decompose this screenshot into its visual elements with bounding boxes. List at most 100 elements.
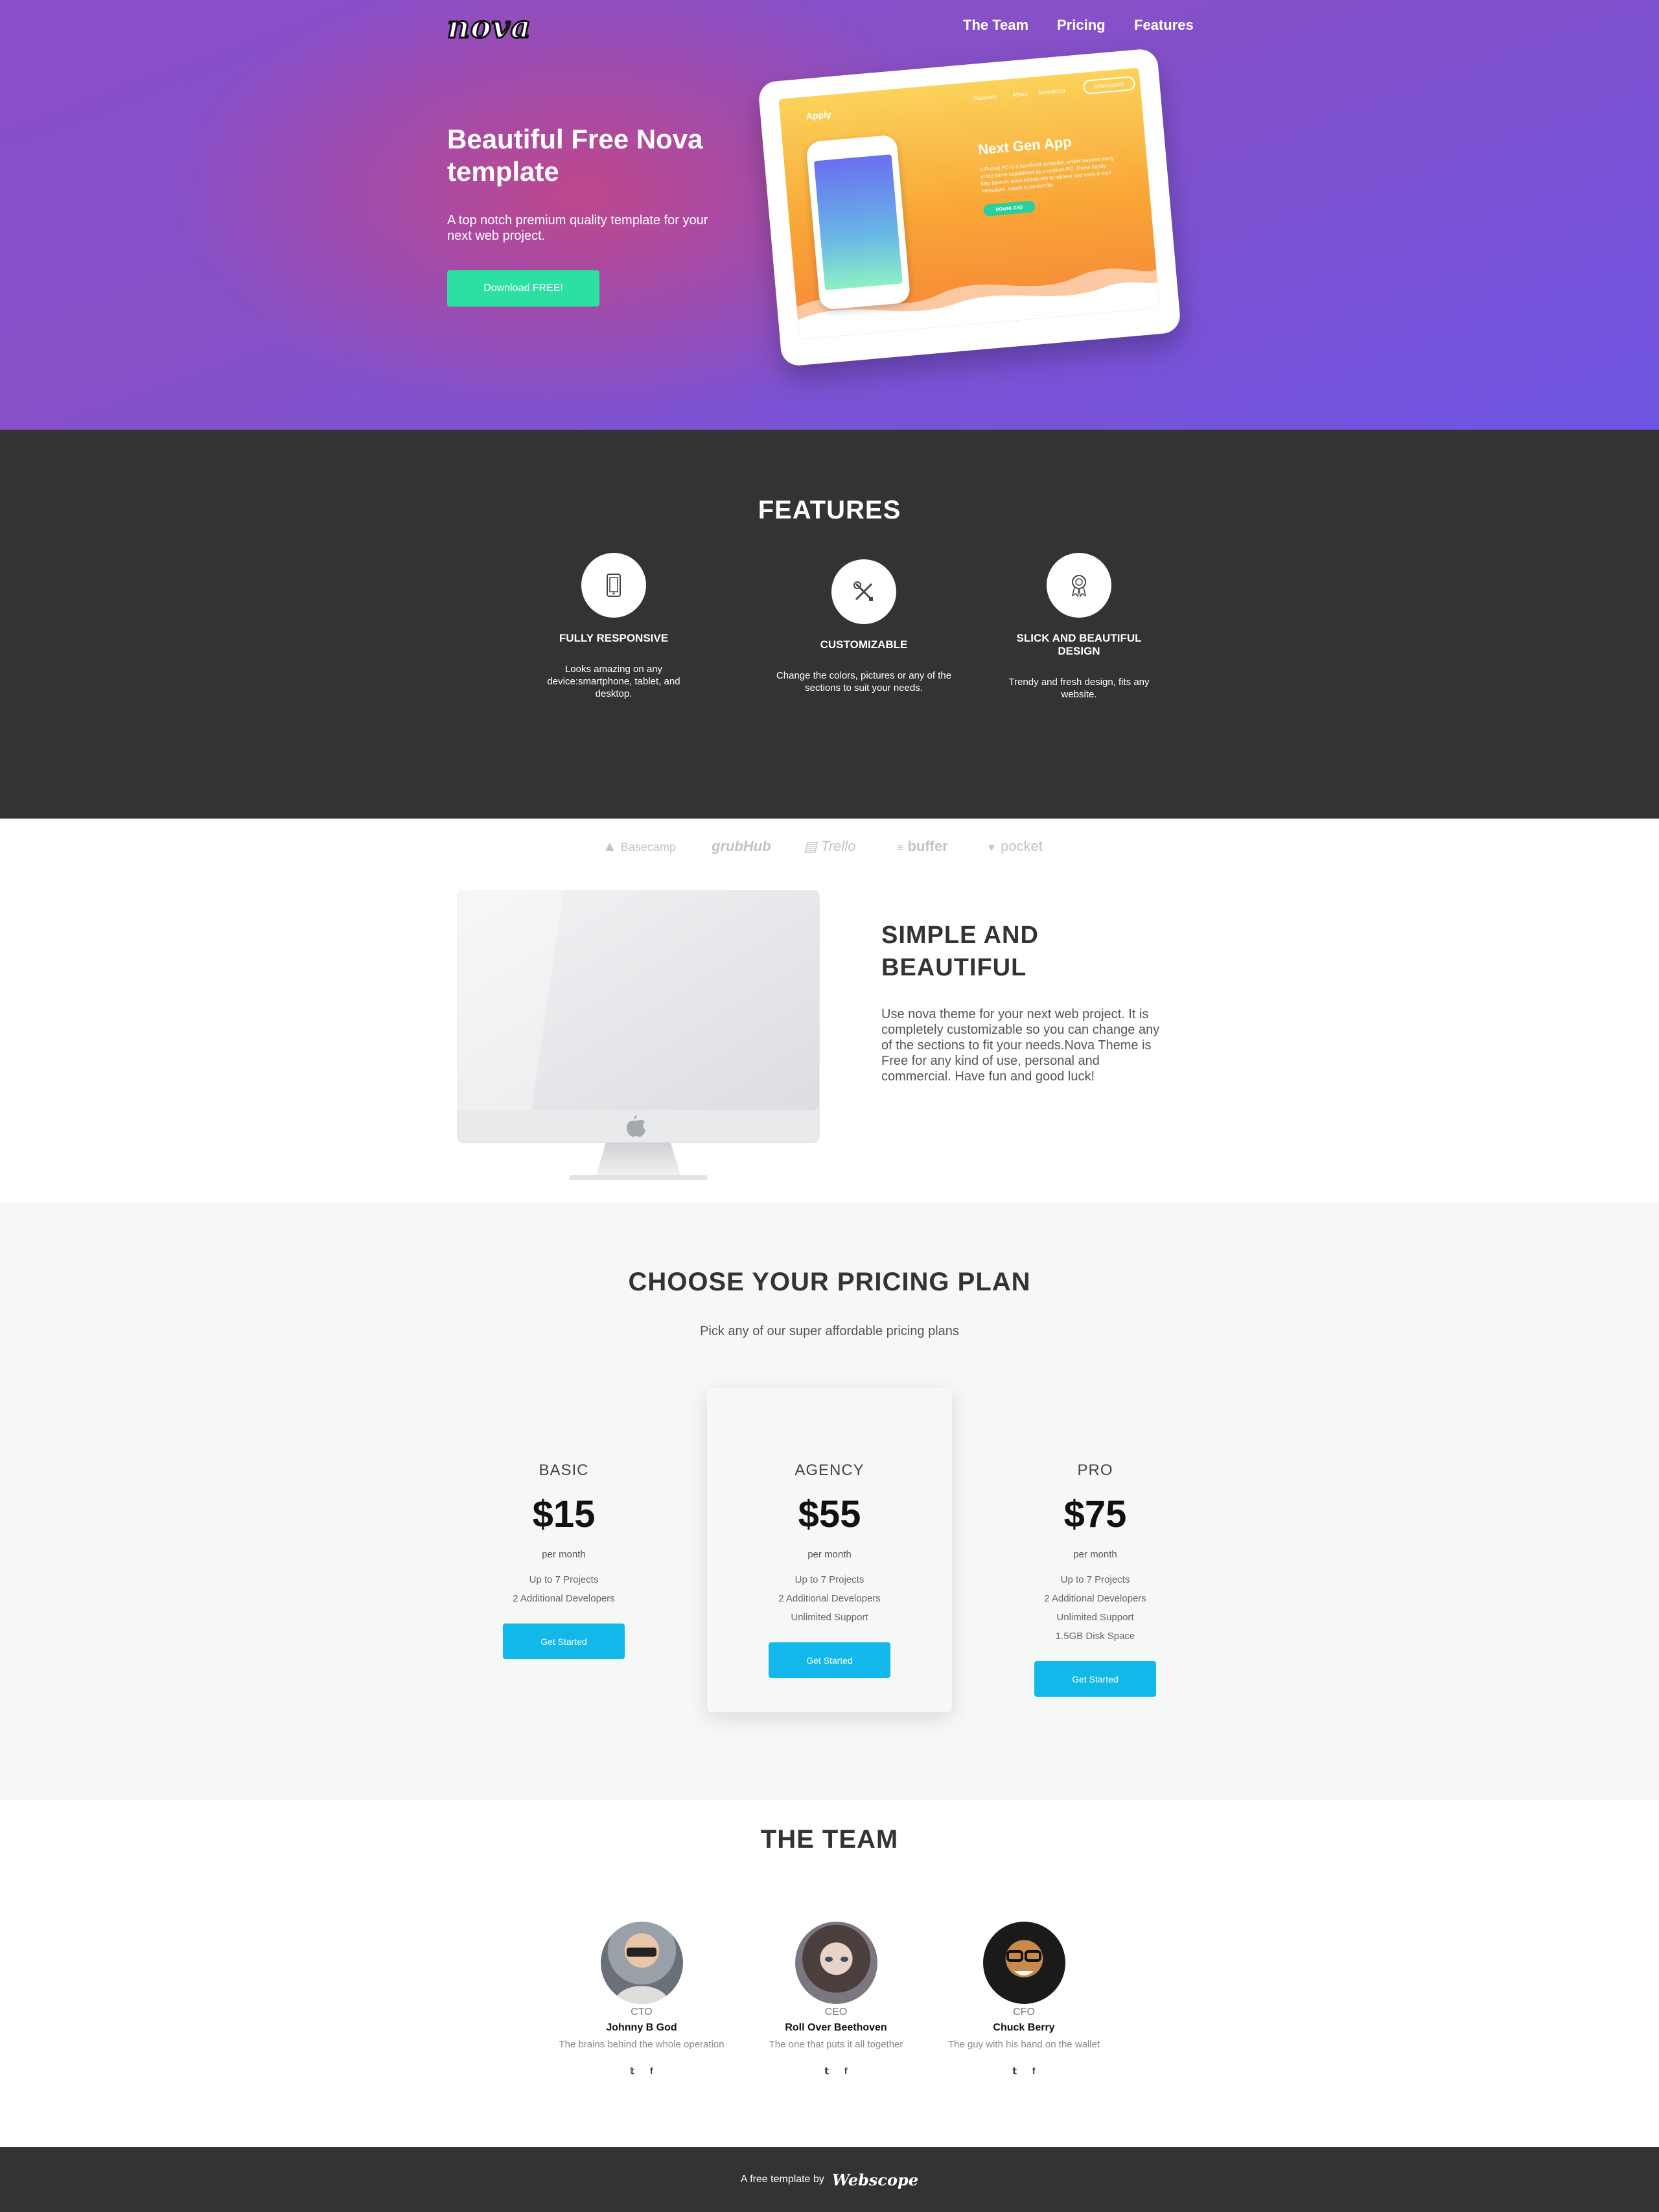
facebook-icon[interactable]: f bbox=[650, 2066, 653, 2077]
plan-period: per month bbox=[1073, 1549, 1117, 1560]
feature-icon-circle bbox=[831, 559, 896, 624]
simple-beautiful-text: Use nova theme for your next web project… bbox=[881, 1007, 1160, 1084]
mockup-nav-item: About bbox=[1012, 90, 1028, 99]
smartphone-icon bbox=[607, 574, 621, 597]
plan-feature: Unlimited Support bbox=[791, 1612, 868, 1623]
get-started-button-agency[interactable]: Get Started bbox=[769, 1642, 890, 1678]
feature-card-customizable: CUSTOMIZABLE Change the colors, pictures… bbox=[763, 559, 964, 694]
facebook-icon[interactable]: f bbox=[1032, 2066, 1036, 2077]
feature-desc: Looks amazing on any device:smartphone, … bbox=[547, 664, 680, 699]
mockup-nav-item: Features bbox=[973, 93, 997, 102]
client-logos: ▲ Basecamp grubHub ▤ Trello ≡ buffer ▼ p… bbox=[0, 819, 1659, 877]
team-member-cto: CTO Johnny B God The brains behind the w… bbox=[544, 1922, 739, 2077]
member-desc: The guy with his hand on the wallet bbox=[947, 2039, 1100, 2050]
team-member-ceo: CEO Roll Over Beethoven The one that put… bbox=[739, 1922, 933, 2077]
basecamp-mark-icon: ▲ bbox=[603, 838, 617, 854]
mockup-nav-item: Newsletter bbox=[1038, 87, 1066, 97]
plan-name: PRO bbox=[1077, 1461, 1113, 1479]
pocket-mark-icon: ▼ bbox=[986, 843, 997, 854]
buffer-logo: ≡ buffer bbox=[898, 838, 948, 855]
trello-logo: ▤ Trello bbox=[804, 838, 855, 855]
nova-logo[interactable]: nova bbox=[447, 8, 532, 47]
hero-title: Beautiful Free Nova template bbox=[447, 124, 703, 187]
pricing-plan-pro: PRO $75 per month Up to 7 Projects 2 Add… bbox=[998, 1461, 1192, 1697]
trello-logo-text: Trello bbox=[820, 838, 856, 854]
nav-link-pricing[interactable]: Pricing bbox=[1057, 17, 1106, 34]
pocket-logo-text: pocket bbox=[1000, 838, 1043, 854]
twitter-icon[interactable]: 𝕥 bbox=[630, 2066, 634, 2077]
basecamp-logo: ▲ Basecamp bbox=[603, 838, 676, 855]
member-desc: The one that puts it all together bbox=[769, 2039, 903, 2050]
member-role: CEO bbox=[824, 2007, 848, 2018]
hero-subtitle: A top notch premium quality template for… bbox=[447, 213, 708, 243]
pricing-section: CHOOSE YOUR PRICING PLAN Pick any of our… bbox=[0, 1202, 1659, 1800]
feature-card-responsive: FULLY RESPONSIVE Looks amazing on any de… bbox=[533, 553, 695, 700]
avatar-photo bbox=[824, 1957, 848, 1962]
facebook-icon[interactable]: f bbox=[844, 2066, 848, 2077]
tablet-mockup: Apply Features About Newsletter DOWNLOAD… bbox=[758, 47, 1181, 367]
plan-feature: Up to 7 Projects bbox=[529, 1574, 599, 1585]
footer: A free template by Webscope bbox=[0, 2147, 1659, 2212]
plan-feature: 2 Additional Developers bbox=[778, 1593, 881, 1604]
plan-feature: Unlimited Support bbox=[1056, 1612, 1134, 1623]
team-title: THE TEAM bbox=[760, 1825, 899, 1854]
plan-price: $75 bbox=[1063, 1493, 1127, 1535]
plan-features: Up to 7 Projects 2 Additional Developers… bbox=[998, 1570, 1192, 1646]
grubhub-logo: grubHub bbox=[712, 838, 771, 854]
avatar bbox=[982, 1922, 1065, 2004]
feature-icon-circle bbox=[1047, 553, 1111, 618]
plan-feature: Up to 7 Projects bbox=[1060, 1574, 1130, 1585]
plan-period: per month bbox=[807, 1549, 852, 1560]
footer-text: A free template by bbox=[740, 2174, 824, 2185]
member-social: 𝕥 f bbox=[927, 2066, 1121, 2077]
mockup-brand: Apply bbox=[806, 109, 832, 122]
twitter-icon[interactable]: 𝕥 bbox=[824, 2066, 829, 2077]
features-section: FEATURES FULLY RESPONSIVE Looks amazing … bbox=[0, 430, 1659, 819]
award-icon bbox=[1071, 575, 1087, 598]
plan-name: AGENCY bbox=[795, 1461, 864, 1479]
nav-link-features[interactable]: Features bbox=[1134, 17, 1194, 34]
plan-name: BASIC bbox=[539, 1461, 589, 1479]
get-started-button-basic[interactable]: Get Started bbox=[503, 1624, 625, 1659]
download-free-button[interactable]: Download FREE! bbox=[447, 270, 599, 307]
mockup-nav-button: DOWNLOAD bbox=[1082, 76, 1136, 95]
plan-features: Up to 7 Projects 2 Additional Developers… bbox=[707, 1570, 952, 1627]
member-role: CFO bbox=[1013, 2007, 1035, 2018]
mockup-phone bbox=[806, 134, 911, 310]
feature-title: CUSTOMIZABLE bbox=[820, 638, 908, 651]
feature-desc: Change the colors, pictures or any of th… bbox=[776, 670, 952, 693]
mockup-download-button: DOWNLOAD bbox=[982, 200, 1036, 217]
feature-icon-circle bbox=[581, 553, 646, 618]
avatar-photo bbox=[1006, 1950, 1041, 1975]
member-social: 𝕥 f bbox=[544, 2066, 739, 2077]
plan-features: Up to 7 Projects 2 Additional Developers bbox=[467, 1570, 661, 1608]
avatar-photo bbox=[613, 1948, 670, 2004]
get-started-button-pro[interactable]: Get Started bbox=[1034, 1661, 1156, 1697]
features-title: FEATURES bbox=[758, 496, 901, 524]
feature-card-design: SLICK AND BEAUTIFUL DESIGN Trendy and fr… bbox=[1004, 553, 1154, 701]
mockup-text: A Pocket PC is a handheld computer, whic… bbox=[979, 155, 1115, 194]
feature-title: SLICK AND BEAUTIFUL DESIGN bbox=[1016, 632, 1142, 657]
member-name: Roll Over Beethoven bbox=[785, 2022, 887, 2033]
feature-title: FULLY RESPONSIVE bbox=[559, 632, 669, 644]
buffer-logo-text: buffer bbox=[907, 838, 948, 854]
member-name: Chuck Berry bbox=[993, 2022, 1055, 2033]
plan-price: $15 bbox=[532, 1493, 596, 1535]
member-name: Johnny B God bbox=[606, 2022, 677, 2033]
member-role: CTO bbox=[631, 2007, 653, 2018]
basecamp-logo-text: Basecamp bbox=[620, 841, 676, 854]
pricing-title: CHOOSE YOUR PRICING PLAN bbox=[628, 1268, 1031, 1296]
pocket-logo: ▼ pocket bbox=[986, 838, 1043, 855]
feature-desc: Trendy and fresh design, fits any websit… bbox=[1008, 677, 1150, 700]
avatar bbox=[600, 1922, 683, 2004]
plan-feature: 2 Additional Developers bbox=[1044, 1593, 1146, 1604]
buffer-mark-icon: ≡ bbox=[898, 843, 904, 854]
hero-section: nova The Team Pricing Features Beautiful… bbox=[0, 0, 1659, 430]
pricing-plan-agency: AGENCY $55 per month Up to 7 Projects 2 … bbox=[707, 1388, 952, 1712]
webscope-logo[interactable]: Webscope bbox=[832, 2171, 918, 2189]
nav-link-team[interactable]: The Team bbox=[963, 17, 1028, 34]
plan-feature: 2 Additional Developers bbox=[513, 1593, 615, 1604]
tablet-screen: Apply Features About Newsletter DOWNLOAD… bbox=[778, 67, 1160, 340]
mockup-title: Next Gen App bbox=[977, 133, 1073, 158]
twitter-icon[interactable]: 𝕥 bbox=[1012, 2066, 1017, 2077]
